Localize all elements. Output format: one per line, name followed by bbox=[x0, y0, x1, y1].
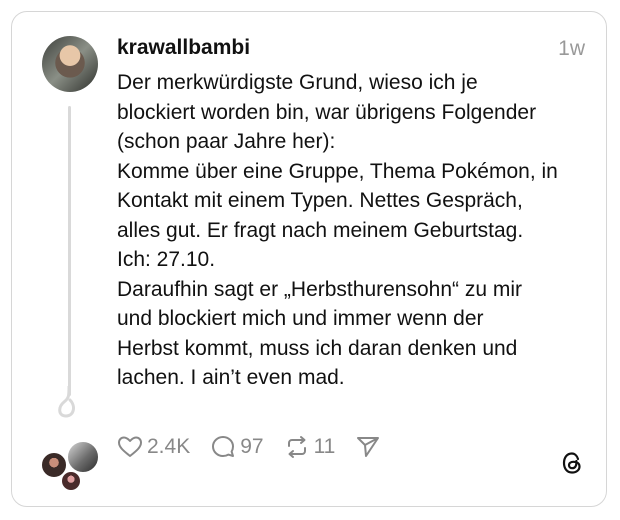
author-avatar[interactable] bbox=[42, 36, 98, 92]
post-time: 1w bbox=[558, 37, 585, 60]
thread-curl-icon bbox=[58, 386, 75, 418]
post-line: Ich: 27.10. bbox=[117, 248, 216, 271]
replier-avatar[interactable] bbox=[66, 440, 100, 474]
post-body: Der merkwürdigste Grund, wieso ich je bl… bbox=[117, 68, 587, 393]
thread-line bbox=[68, 106, 71, 396]
like-count: 2.4K bbox=[147, 435, 191, 458]
repost-button[interactable]: 11 bbox=[284, 434, 336, 460]
post-line: alles gut. Er fragt nach meinem Geburtst… bbox=[117, 218, 524, 242]
post-line: und blockiert mich und immer wenn der bbox=[117, 307, 484, 330]
post-line: Der merkwürdigste Grund, wieso ich je bbox=[117, 71, 478, 94]
action-bar: 2.4K 97 11 bbox=[117, 433, 405, 461]
replier-avatar[interactable] bbox=[60, 470, 82, 492]
repost-icon bbox=[287, 436, 306, 458]
post-line: Daraufhin sagt er „Herbsthurensohn“ zu m… bbox=[117, 277, 523, 301]
send-icon bbox=[357, 437, 380, 457]
share-button[interactable] bbox=[355, 435, 385, 459]
repost-count: 11 bbox=[313, 435, 336, 458]
threads-logo-icon[interactable] bbox=[560, 450, 584, 476]
post-line: Herbst kommt, muss ich daran denken und bbox=[117, 336, 518, 360]
username[interactable]: krawallbambi bbox=[117, 36, 250, 60]
post-line: (schon paar Jahre her): bbox=[117, 130, 336, 153]
post-line: blockiert worden bin, war übrigens Folge… bbox=[117, 100, 537, 124]
comment-button[interactable]: 97 bbox=[210, 434, 264, 460]
post-line: lachen. I ain’t even mad. bbox=[117, 366, 345, 389]
like-button[interactable]: 2.4K bbox=[117, 435, 190, 459]
post-line: Komme über eine Gruppe, Thema Pokémon, i… bbox=[117, 159, 558, 183]
post-line: Kontakt mit einem Typen. Nettes Gespräch… bbox=[117, 189, 523, 212]
comment-count: 97 bbox=[240, 435, 264, 458]
comment-bubble-icon bbox=[212, 436, 235, 457]
heart-icon bbox=[118, 436, 142, 457]
